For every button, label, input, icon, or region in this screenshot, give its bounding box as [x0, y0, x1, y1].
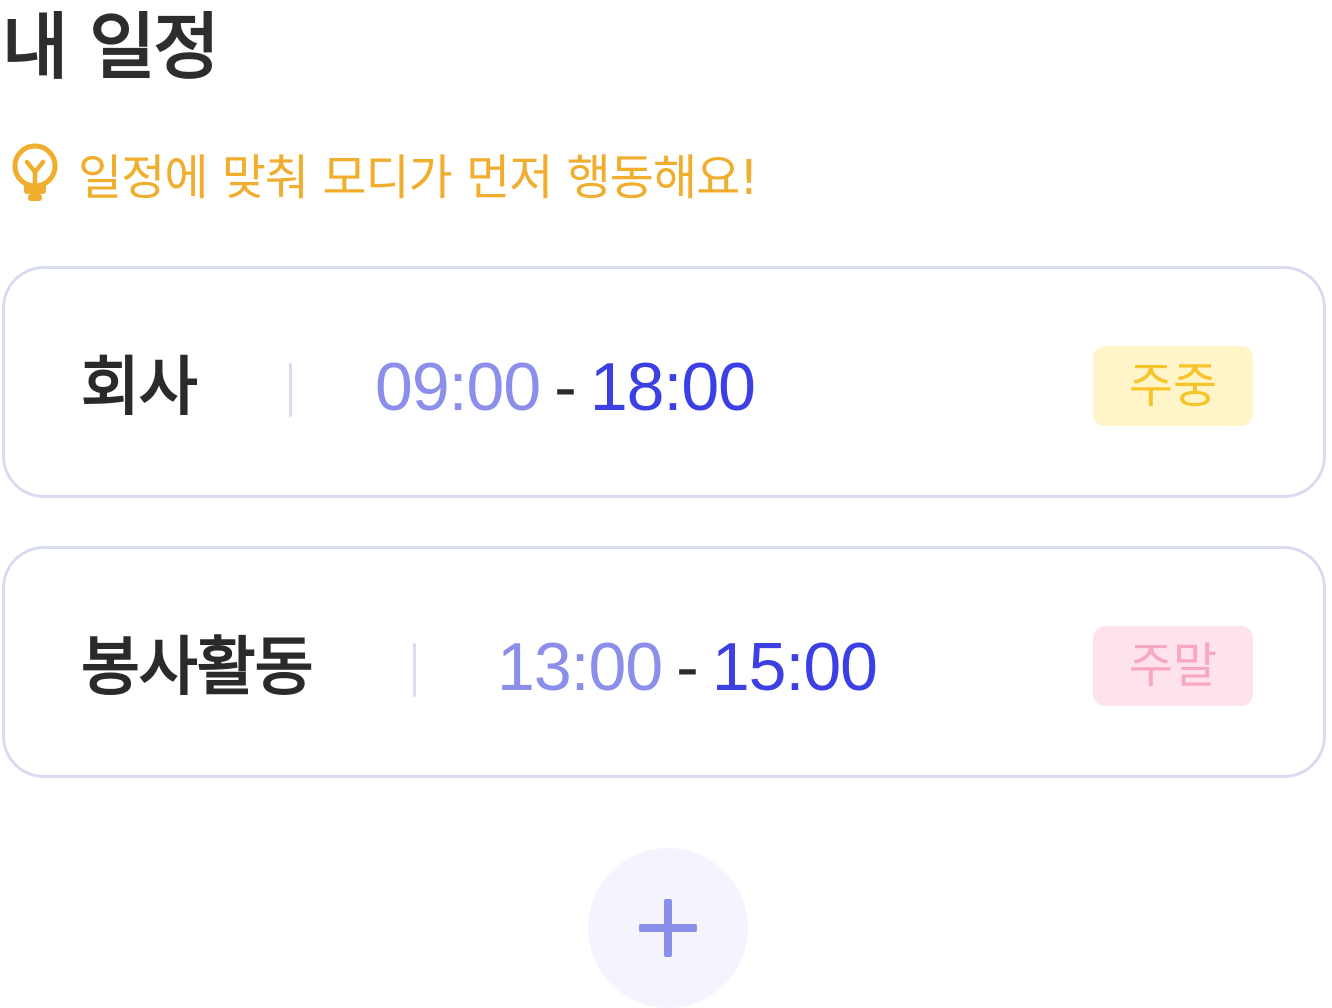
time-separator: - [676, 629, 699, 705]
plus-icon [639, 899, 697, 957]
lightbulb-icon [10, 142, 60, 204]
page-title: 내 일정 [2, 5, 220, 89]
schedule-name: 봉사활동 [81, 631, 314, 705]
schedule-name: 회사 [81, 351, 198, 425]
status-badge: 주말 [1093, 626, 1253, 706]
end-time: 18:00 [589, 349, 756, 425]
end-time: 15:00 [711, 629, 878, 705]
schedule-time: 09:00-18:00 [375, 343, 756, 431]
add-schedule-button[interactable] [588, 848, 748, 1008]
start-time: 13:00 [497, 629, 663, 705]
schedule-card-work[interactable]: 회사 09:00-18:00 주중 [2, 266, 1326, 498]
time-separator: - [554, 349, 577, 425]
schedule-time: 13:00-15:00 [497, 623, 878, 711]
divider [413, 643, 416, 697]
status-badge: 주중 [1093, 346, 1253, 426]
schedule-card-volunteer[interactable]: 봉사활동 13:00-15:00 주말 [2, 546, 1326, 778]
divider [289, 363, 292, 417]
tip-banner: 일정에 맞춰 모디가 먼저 행동해요! [10, 140, 759, 206]
start-time: 09:00 [375, 349, 541, 425]
tip-text: 일정에 맞춰 모디가 먼저 행동해요! [78, 150, 759, 206]
